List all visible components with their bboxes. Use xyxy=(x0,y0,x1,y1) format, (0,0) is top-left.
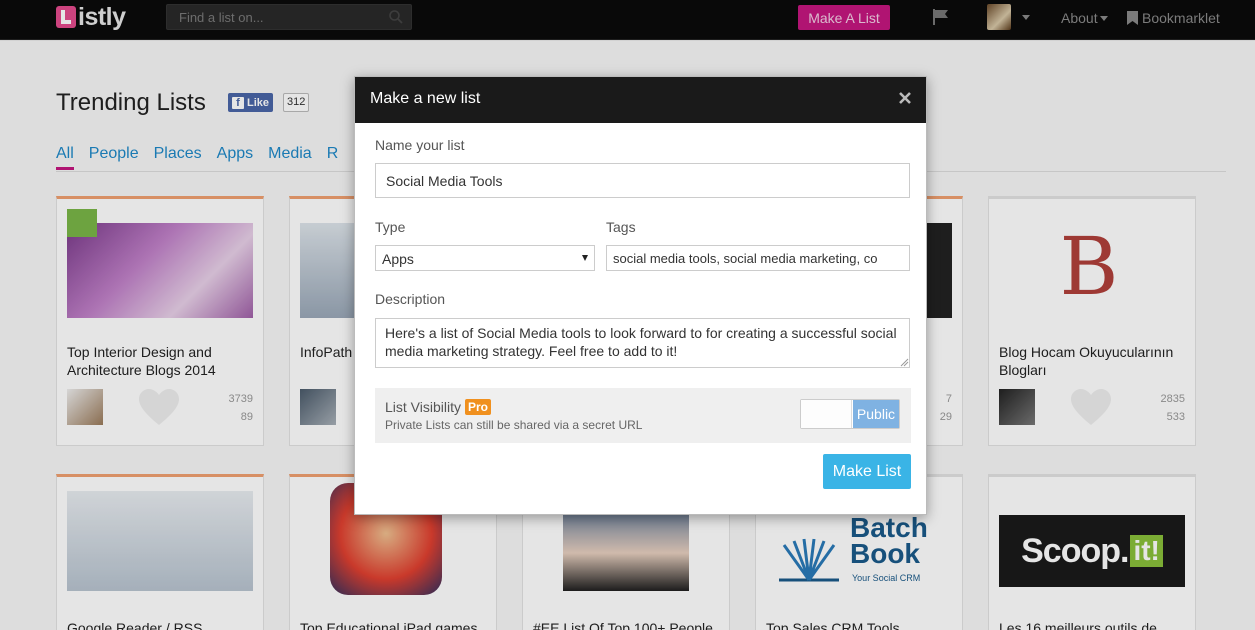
toggle-state-label: Public xyxy=(853,400,899,428)
tags-label: Tags xyxy=(606,219,636,235)
visibility-label: List Visibility xyxy=(385,399,461,415)
chevron-down-icon xyxy=(582,255,588,261)
resize-handle-icon[interactable] xyxy=(900,358,909,367)
close-icon[interactable] xyxy=(898,91,912,105)
toggle-knob[interactable] xyxy=(801,400,852,428)
new-list-modal: Make a new list Name your list Type Tags… xyxy=(354,76,927,515)
modal-title: Make a new list xyxy=(370,90,481,107)
type-select[interactable]: Apps xyxy=(375,245,595,271)
type-select-value: Apps xyxy=(382,251,414,267)
make-list-button[interactable]: Make List xyxy=(823,454,911,489)
visibility-label-row: List Visibility Pro xyxy=(385,399,492,415)
tags-input[interactable] xyxy=(606,245,910,271)
description-textarea[interactable]: Here's a list of Social Media tools to l… xyxy=(375,318,910,368)
name-label: Name your list xyxy=(375,137,465,153)
pro-badge: Pro xyxy=(465,399,492,415)
visibility-note: Private Lists can still be shared via a … xyxy=(385,418,643,432)
description-label: Description xyxy=(375,291,446,307)
modal-header: Make a new list xyxy=(355,77,926,123)
visibility-section: List Visibility Pro Private Lists can st… xyxy=(375,388,911,443)
list-name-input[interactable] xyxy=(375,163,910,198)
visibility-toggle[interactable]: Public xyxy=(800,399,900,429)
type-label: Type xyxy=(375,219,406,235)
